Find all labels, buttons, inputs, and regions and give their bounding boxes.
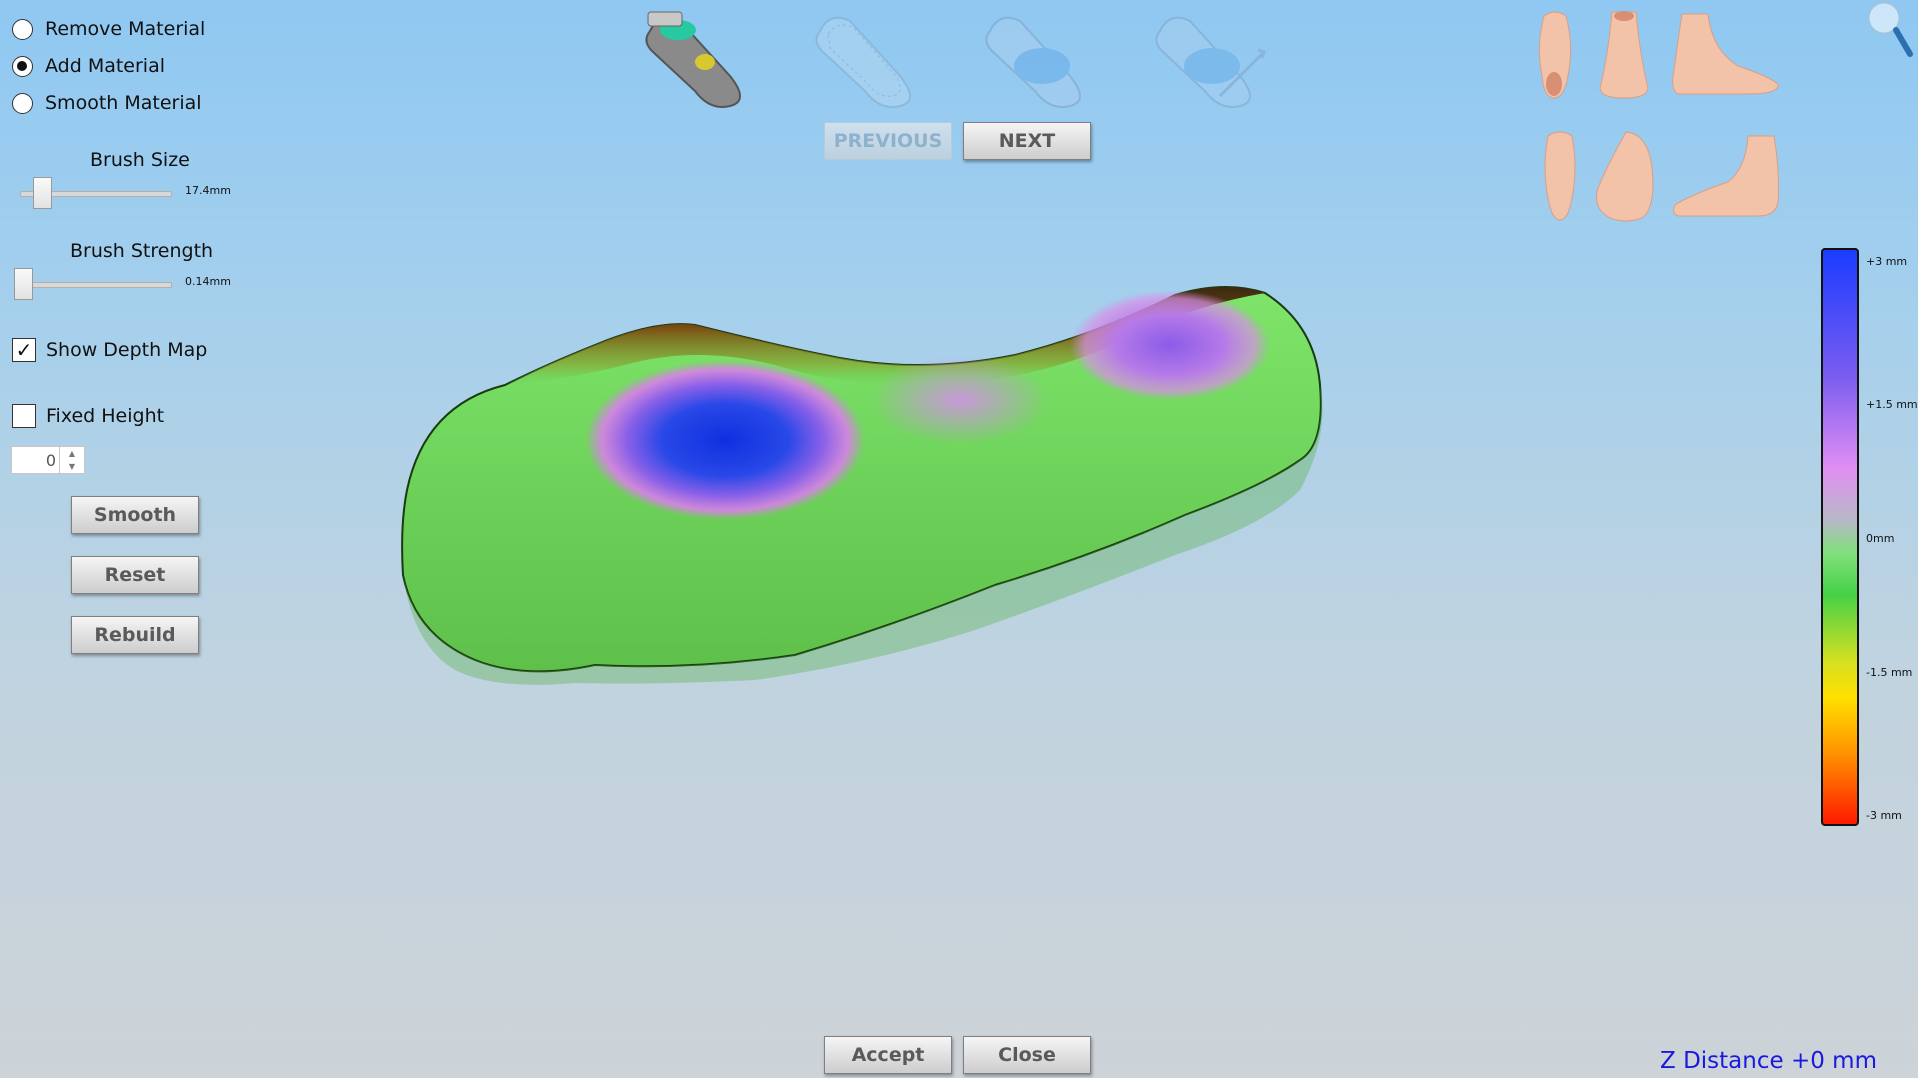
show-depth-map-checkbox[interactable]: ✓ — [12, 338, 36, 362]
legend-tick-minus-3: -3 mm — [1866, 809, 1902, 822]
insole-resize-step-icon[interactable] — [1150, 6, 1270, 116]
show-depth-map-option[interactable]: ✓ Show Depth Map — [12, 338, 207, 362]
rebuild-button[interactable]: Rebuild — [71, 616, 199, 654]
legend-tick-zero: 0mm — [1866, 532, 1895, 545]
fixed-height-checkbox[interactable] — [12, 404, 36, 428]
remove-material-radio[interactable] — [12, 18, 33, 40]
foot-back-view-icon[interactable] — [1590, 128, 1662, 224]
add-material-radio[interactable] — [12, 55, 33, 77]
spinner-buttons: ▲ ▼ — [59, 447, 84, 473]
depth-color-scale — [1821, 248, 1859, 826]
legend-tick-plus-3: +3 mm — [1866, 255, 1908, 268]
brush-size-value: 17.4mm — [185, 184, 231, 197]
brush-strength-value: 0.14mm — [185, 275, 231, 288]
insole-depth-map-viewport[interactable] — [395, 285, 1600, 825]
remove-material-label: Remove Material — [45, 18, 206, 40]
smooth-material-option[interactable]: Smooth Material — [12, 92, 202, 114]
fixed-height-spinner[interactable]: 0 ▲ ▼ — [11, 446, 85, 474]
remove-material-option[interactable]: Remove Material — [12, 18, 205, 40]
add-material-option[interactable]: Add Material — [12, 55, 165, 77]
z-distance-readout: Z Distance +0 mm — [1660, 1048, 1877, 1074]
brush-size-slider-thumb[interactable] — [33, 177, 52, 209]
foot-medial-view-icon[interactable] — [1668, 132, 1784, 218]
smooth-material-label: Smooth Material — [45, 92, 202, 114]
fixed-height-option[interactable]: Fixed Height — [12, 404, 164, 428]
insole-depthmap-step-icon[interactable] — [640, 6, 760, 116]
legend-tick-plus-1-5: +1.5 mm — [1866, 398, 1918, 411]
insole-shape-step-icon[interactable] — [980, 6, 1100, 116]
magnifier-icon[interactable] — [1862, 0, 1914, 58]
next-button[interactable]: NEXT — [963, 122, 1091, 160]
smooth-button[interactable]: Smooth — [71, 496, 199, 534]
spinner-down-icon[interactable]: ▼ — [60, 460, 84, 473]
add-material-label: Add Material — [45, 55, 166, 77]
accept-button[interactable]: Accept — [824, 1036, 952, 1074]
fixed-height-value[interactable]: 0 — [46, 451, 56, 470]
foot-front-view-icon[interactable] — [1592, 6, 1656, 102]
foot-side-view-icon[interactable] — [1668, 10, 1784, 96]
brush-size-label: Brush Size — [90, 149, 190, 171]
brush-strength-slider-thumb[interactable] — [14, 268, 33, 300]
previous-button[interactable]: PREVIOUS — [824, 122, 952, 160]
brush-strength-label: Brush Strength — [70, 240, 214, 262]
smooth-material-radio[interactable] — [12, 92, 33, 114]
foot-top-view-icon[interactable] — [1538, 128, 1582, 224]
brush-strength-slider[interactable] — [14, 282, 172, 288]
fixed-height-label: Fixed Height — [46, 405, 165, 427]
spinner-up-icon[interactable]: ▲ — [60, 447, 84, 460]
insole-outline-step-icon[interactable] — [810, 6, 930, 116]
foot-bottom-view-icon[interactable] — [1530, 6, 1580, 102]
legend-tick-minus-1-5: -1.5 mm — [1866, 666, 1913, 679]
reset-button[interactable]: Reset — [71, 556, 199, 594]
close-button[interactable]: Close — [963, 1036, 1091, 1074]
show-depth-map-label: Show Depth Map — [46, 339, 208, 361]
